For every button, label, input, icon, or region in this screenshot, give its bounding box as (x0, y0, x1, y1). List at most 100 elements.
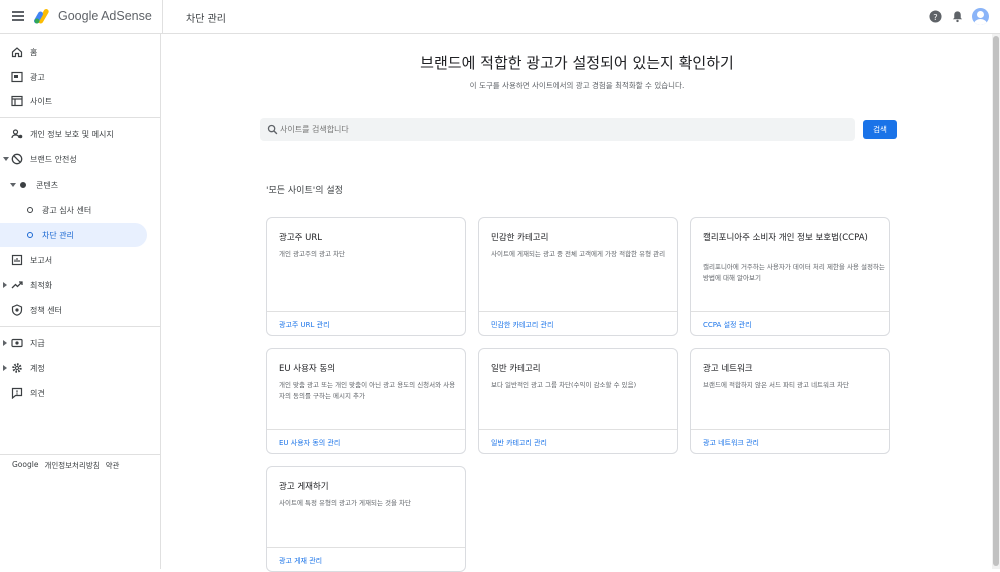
menu-icon[interactable] (12, 11, 24, 21)
sidebar-item-label: 광고 심사 센터 (42, 205, 92, 215)
sidebar-item-sites[interactable]: 사이트 (0, 89, 160, 113)
sidebar-divider (0, 454, 160, 455)
manage-sensitive-categories-link[interactable]: 민감한 카테고리 관리 (491, 320, 553, 330)
sidebar-item-ad-review-center[interactable]: 광고 심사 센터 (0, 198, 160, 222)
chevron-down-icon (10, 183, 16, 187)
trending-up-icon (11, 281, 23, 289)
search-input[interactable] (280, 120, 840, 139)
card-footer: 광고 네트워크 관리 (691, 429, 889, 453)
sidebar-item-home[interactable]: 홈 (0, 40, 160, 64)
feedback-icon (11, 387, 23, 399)
card-title: 광고 네트워크 (703, 364, 753, 374)
scrollbar-thumb[interactable] (993, 36, 999, 566)
sidebar-item-label: 광고 (30, 72, 45, 82)
card-eu-user-consent: EU 사용자 동의 개인 맞춤 광고 또는 개인 맞춤이 아닌 광고 용도의 신… (266, 348, 466, 454)
card-footer: CCPA 설정 관리 (691, 311, 889, 335)
card-footer: 광고주 URL 관리 (267, 311, 465, 335)
sidebar-item-policy-center[interactable]: 정책 센터 (0, 298, 160, 322)
sidebar-item-label: 브랜드 안전성 (30, 154, 77, 164)
sidebar-item-label: 홈 (30, 47, 38, 57)
section-title: '모든 사이트'의 설정 (266, 186, 343, 196)
sidebar-item-content[interactable]: 콘텐츠 (0, 173, 160, 197)
block-icon (11, 153, 23, 165)
gear-icon (12, 363, 22, 373)
sidebar-item-label: 차단 관리 (42, 230, 74, 240)
sidebar-item-label: 보고서 (30, 255, 53, 265)
card-footer: 광고 게재 관리 (267, 547, 465, 571)
sidebar-footer: Google 개인정보처리방침 약관 (12, 460, 119, 471)
svg-text:?: ? (933, 12, 937, 22)
circle-icon (27, 232, 33, 238)
card-description: 개인 광고주의 광고 차단 (279, 250, 345, 258)
main-content: 브랜드에 적합한 광고가 설정되어 있는지 확인하기 이 도구를 사용하면 사이… (162, 34, 992, 572)
account-avatar[interactable] (972, 8, 989, 25)
card-title: 광고주 URL (279, 233, 323, 243)
sidebar-item-ads[interactable]: 광고 (0, 65, 160, 89)
card-title: 일반 카테고리 (491, 364, 541, 374)
sidebar-item-label: 최적화 (30, 280, 53, 290)
card-title: EU 사용자 동의 (279, 364, 336, 374)
sites-icon (11, 95, 23, 107)
sidebar-item-label: 개인 정보 보호 및 메시지 (30, 129, 114, 139)
card-description: 사이트에 게재되는 광고 중 전체 고객에게 가장 적합한 유형 관리 (491, 250, 666, 258)
manage-ad-networks-link[interactable]: 광고 네트워크 관리 (703, 438, 759, 448)
manage-ccpa-link[interactable]: CCPA 설정 관리 (703, 320, 752, 330)
search-button[interactable]: 검색 (863, 120, 897, 139)
top-app-bar: Google AdSense 차단 관리 ? (0, 0, 1000, 34)
payments-icon (11, 338, 23, 348)
sidebar: 홈 광고 사이트 개인 정보 보호 및 메시지 브랜드 안전성 콘텐츠 광고 심… (0, 34, 161, 569)
brand-name[interactable]: Google AdSense (58, 9, 152, 23)
card-sensitive-categories: 민감한 카테고리 사이트에 게재되는 광고 중 전체 고객에게 가장 적합한 유… (478, 217, 678, 336)
card-title: 민감한 카테고리 (491, 233, 549, 243)
adsense-logo-icon[interactable] (34, 8, 52, 24)
circle-icon (27, 207, 33, 213)
content-dot-icon (20, 182, 26, 188)
manage-general-categories-link[interactable]: 일반 카테고리 관리 (491, 438, 547, 448)
footer-terms-link[interactable]: 약관 (106, 460, 120, 471)
manage-eu-consent-link[interactable]: EU 사용자 동의 관리 (279, 438, 340, 448)
sidebar-item-label: 지급 (30, 338, 45, 348)
card-footer: 일반 카테고리 관리 (479, 429, 677, 453)
card-ccpa: 캘리포니아주 소비자 개인 정보 보호법(CCPA) 캘리포니아에 거주하는 사… (690, 217, 890, 336)
help-icon[interactable]: ? (929, 10, 942, 23)
sidebar-item-brand-safety[interactable]: 브랜드 안전성 (0, 147, 160, 171)
site-search-box[interactable] (260, 118, 855, 141)
card-general-categories: 일반 카테고리 보다 일반적인 광고 그룹 차단(수익이 감소할 수 있음) 일… (478, 348, 678, 454)
card-description: 브랜드에 적합하지 않은 서드 파티 광고 네트워크 차단 (703, 381, 850, 389)
home-icon (11, 47, 23, 58)
card-advertiser-url: 광고주 URL 개인 광고주의 광고 차단 광고주 URL 관리 (266, 217, 466, 336)
sidebar-item-blocking-controls[interactable]: 차단 관리 (0, 223, 147, 247)
card-title: 캘리포니아주 소비자 개인 정보 보호법(CCPA) (703, 233, 868, 243)
chevron-right-icon (3, 365, 7, 371)
sidebar-item-feedback[interactable]: 의견 (0, 381, 160, 405)
footer-privacy-link[interactable]: 개인정보처리방침 (44, 460, 99, 471)
header-divider (162, 0, 163, 34)
footer-google: Google (12, 460, 39, 469)
card-ad-serving: 광고 게재하기 사이트에 특정 유형의 광고가 게재되는 것을 차단 광고 게재… (266, 466, 466, 572)
sidebar-item-label: 정책 센터 (30, 305, 62, 315)
sidebar-item-label: 콘텐츠 (36, 180, 59, 190)
sidebar-item-privacy-messaging[interactable]: 개인 정보 보호 및 메시지 (0, 122, 160, 146)
card-ad-networks: 광고 네트워크 브랜드에 적합하지 않은 서드 파티 광고 네트워크 차단 광고… (690, 348, 890, 454)
sidebar-item-reports[interactable]: 보고서 (0, 248, 160, 272)
manage-advertiser-url-link[interactable]: 광고주 URL 관리 (279, 320, 330, 330)
scrollbar[interactable] (992, 34, 1000, 569)
card-footer: 민감한 카테고리 관리 (479, 311, 677, 335)
sidebar-divider (0, 117, 160, 118)
sidebar-item-optimization[interactable]: 최적화 (0, 273, 160, 297)
card-description: 사이트에 특정 유형의 광고가 게재되는 것을 차단 (279, 499, 411, 507)
chevron-right-icon (3, 340, 7, 346)
chevron-right-icon (3, 282, 7, 288)
ads-icon (11, 71, 23, 83)
privacy-messaging-icon (11, 129, 23, 139)
sidebar-item-label: 사이트 (30, 96, 53, 106)
manage-ad-serving-link[interactable]: 광고 게재 관리 (279, 556, 322, 566)
sidebar-item-payments[interactable]: 지급 (0, 331, 160, 355)
hero-subtitle: 이 도구를 사용하면 사이트에서의 광고 경험을 최적화할 수 있습니다. (469, 81, 685, 90)
card-description: 캘리포니아에 거주하는 사용자가 데이터 처리 제한을 사용 설정하는 방법에 … (703, 263, 885, 282)
sidebar-item-account[interactable]: 계정 (0, 356, 160, 380)
notifications-icon[interactable] (951, 10, 964, 23)
card-footer: EU 사용자 동의 관리 (267, 429, 465, 453)
search-icon (267, 124, 278, 135)
card-description: 개인 맞춤 광고 또는 개인 맞춤이 아닌 광고 용도의 신청서와 사용자의 동… (279, 381, 456, 400)
